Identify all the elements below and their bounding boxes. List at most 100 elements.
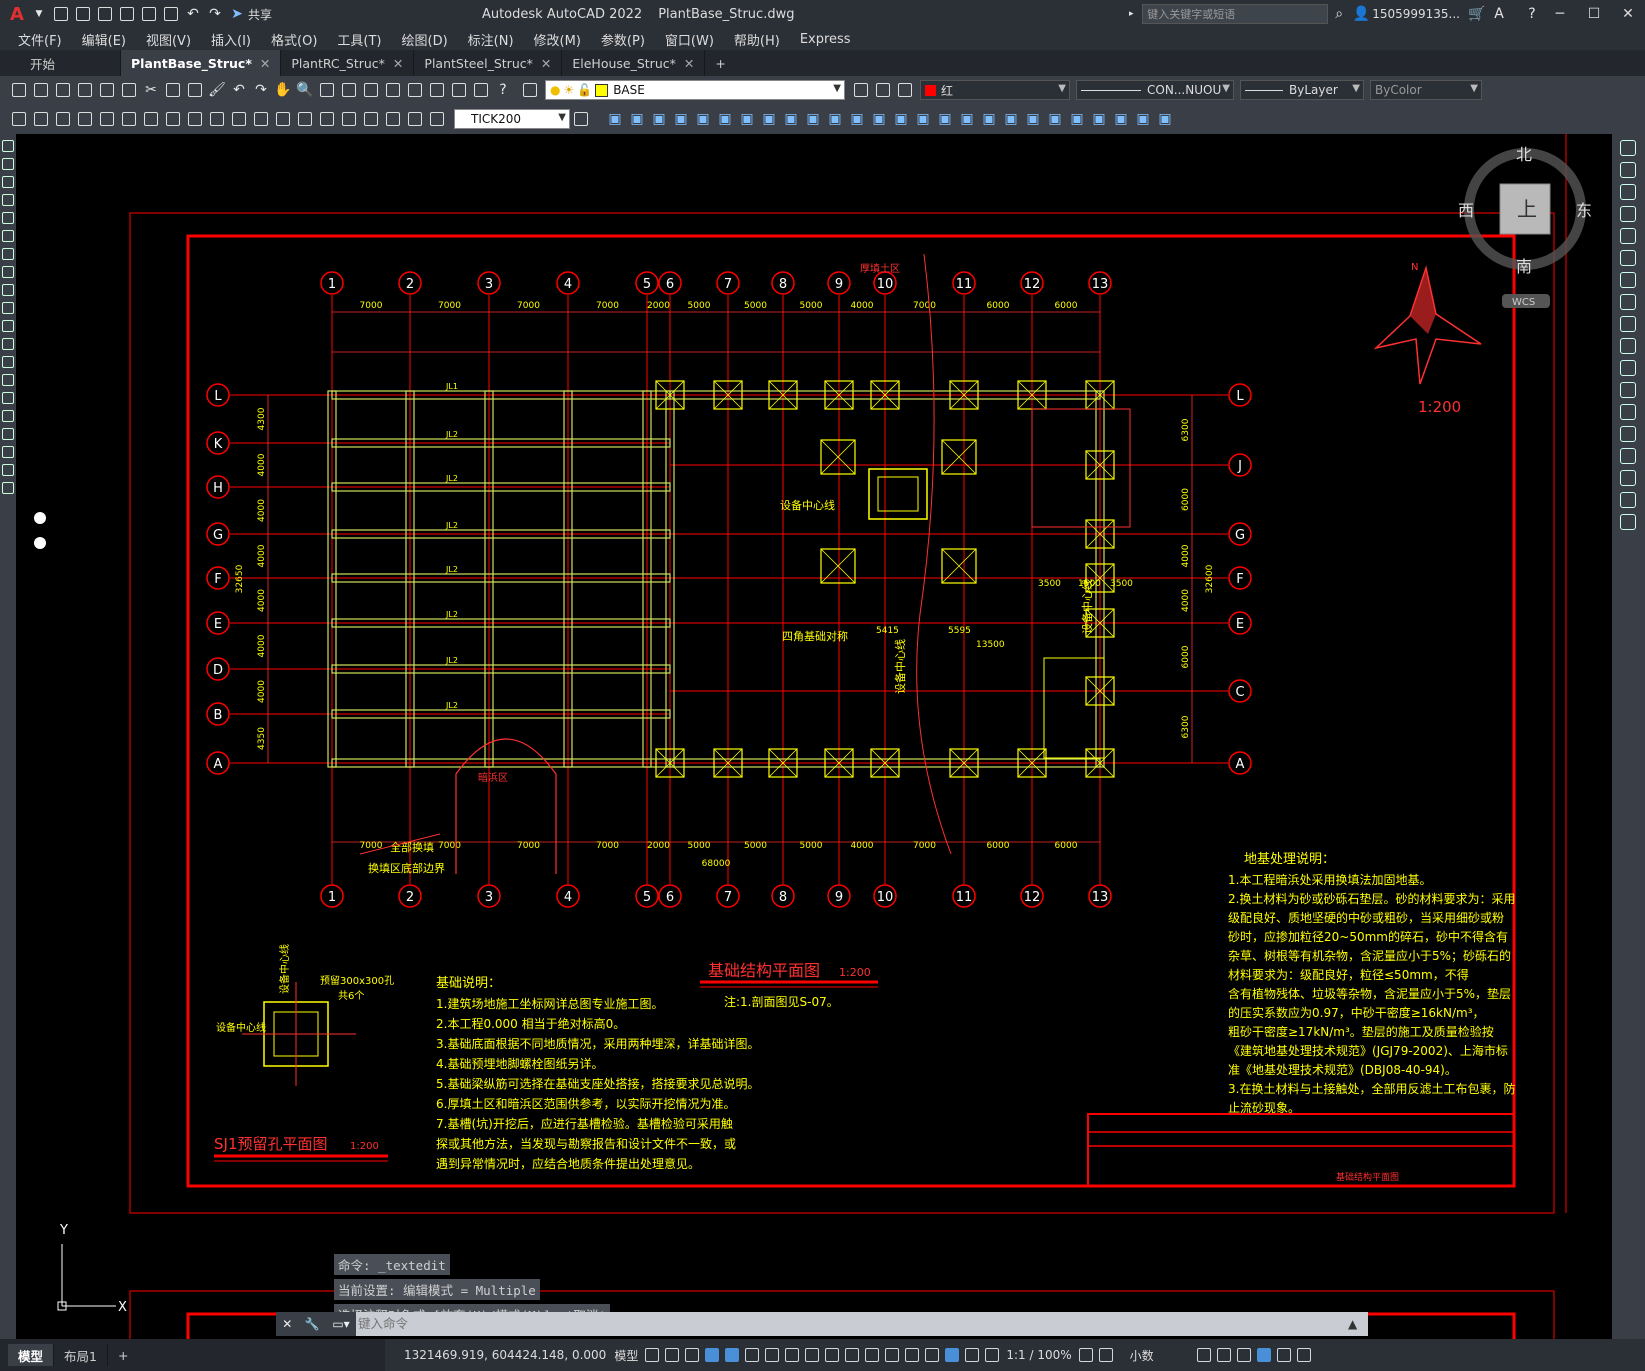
lock-ui-icon[interactable]	[1216, 1348, 1231, 1362]
join-icon[interactable]	[1620, 426, 1636, 442]
close-icon[interactable]: ✕	[684, 56, 694, 71]
solid-cone-icon[interactable]: ▣	[649, 109, 669, 129]
solid-wedge-icon[interactable]: ▣	[627, 109, 647, 129]
inspection-icon[interactable]	[339, 109, 359, 129]
hatch-icon[interactable]	[2, 392, 14, 404]
gradient-icon[interactable]	[2, 410, 14, 422]
solid-delete-faces-icon[interactable]: ▣	[1001, 109, 1021, 129]
plotstyle-combo[interactable]: ByColor ▼	[1370, 80, 1482, 100]
3d-osnap-icon[interactable]	[865, 1348, 880, 1362]
qdim-icon[interactable]	[185, 109, 205, 129]
tab-start[interactable]: 开始	[20, 50, 121, 76]
lineweight-combo[interactable]: ByLayer ▼	[1240, 80, 1364, 100]
annotation-scale[interactable]: 1:1 / 100%	[1006, 1348, 1071, 1362]
dim-update-icon[interactable]	[427, 109, 447, 129]
solid-separate-icon[interactable]: ▣	[1155, 109, 1175, 129]
command-menu-icon[interactable]: ▭▾	[332, 1317, 349, 1331]
dim-aligned-icon[interactable]	[31, 109, 51, 129]
rectangle-icon[interactable]	[2, 212, 14, 224]
annotation-visibility-icon[interactable]	[945, 1348, 960, 1362]
break-at-point-icon[interactable]	[1620, 382, 1636, 398]
wrench-icon[interactable]: 🔧	[305, 1317, 320, 1331]
tab-elehouse[interactable]: EleHouse_Struc* ✕	[562, 50, 706, 76]
redo-icon[interactable]: ↷	[251, 80, 271, 100]
search-box[interactable]: 键入关键字或短语	[1142, 4, 1329, 24]
coordinates[interactable]: 1321469.919, 604424.148, 0.000	[404, 1348, 606, 1362]
chamfer-icon[interactable]	[1620, 448, 1636, 464]
selection-cycling-icon[interactable]	[845, 1348, 860, 1362]
dim-ordinate-icon[interactable]	[75, 109, 95, 129]
solid-torus-icon[interactable]: ▣	[715, 109, 735, 129]
arc-icon[interactable]	[2, 230, 14, 242]
publish-icon[interactable]	[119, 80, 139, 100]
chevron-up-icon[interactable]: ▲	[1348, 1317, 1368, 1331]
trim-icon[interactable]	[1620, 338, 1636, 354]
solid-intersect-icon[interactable]: ▣	[913, 109, 933, 129]
explode-icon[interactable]	[1620, 514, 1636, 530]
dynamic-ucs-icon[interactable]	[885, 1348, 900, 1362]
user-icon[interactable]: 👤	[1351, 4, 1371, 24]
dimstyle-combo[interactable]: TICK200 ▼	[454, 109, 570, 129]
plot-icon[interactable]	[75, 80, 95, 100]
insert-block-icon[interactable]	[2, 338, 14, 350]
copy-icon[interactable]	[1620, 162, 1636, 178]
help-icon[interactable]: ?	[493, 80, 513, 100]
array-icon[interactable]	[1620, 228, 1636, 244]
center-mark-icon[interactable]	[317, 109, 337, 129]
menu-item-1[interactable]: 编辑(E)	[72, 30, 136, 49]
polygon-icon[interactable]	[2, 194, 14, 206]
jogged-linear-icon[interactable]	[361, 109, 381, 129]
cart-icon[interactable]: 🛒	[1467, 4, 1487, 24]
tab-model[interactable]: 模型	[8, 1344, 55, 1366]
model-space-toggle[interactable]: 模型	[614, 1347, 638, 1364]
table-icon[interactable]	[2, 446, 14, 458]
qnew-icon[interactable]	[9, 80, 29, 100]
ortho-icon[interactable]	[705, 1348, 720, 1362]
web-icon[interactable]	[139, 4, 159, 24]
close-icon[interactable]: ✕	[393, 56, 403, 71]
mtext-icon[interactable]	[2, 464, 14, 476]
save-icon[interactable]	[95, 4, 115, 24]
menu-item-4[interactable]: 格式(O)	[261, 30, 327, 49]
minimize-button[interactable]: ─	[1543, 6, 1577, 22]
calculator-icon[interactable]	[471, 80, 491, 100]
dim-baseline-icon[interactable]	[207, 109, 227, 129]
move-icon[interactable]	[1620, 250, 1636, 266]
copy-icon[interactable]	[163, 80, 183, 100]
dim-space-icon[interactable]	[251, 109, 271, 129]
help-icon[interactable]: ?	[1522, 4, 1542, 24]
undo-icon[interactable]: ↶	[183, 4, 203, 24]
auto-scale-icon[interactable]	[965, 1348, 980, 1362]
solid-section-icon[interactable]: ▣	[803, 109, 823, 129]
offset-icon[interactable]	[1620, 206, 1636, 222]
solid-extrude-icon[interactable]: ▣	[737, 109, 757, 129]
zoom-realtime-icon[interactable]: 🔍	[295, 80, 315, 100]
autodesk-icon[interactable]: A	[1489, 4, 1509, 24]
polar-icon[interactable]	[725, 1348, 740, 1362]
layer-previous-icon[interactable]	[873, 80, 893, 100]
menu-item-6[interactable]: 绘图(D)	[392, 30, 458, 49]
dim-diameter-icon[interactable]	[141, 109, 161, 129]
menu-item-5[interactable]: 工具(T)	[327, 30, 391, 49]
color-combo[interactable]: 红 ▼	[920, 80, 1070, 100]
print-icon[interactable]	[161, 4, 181, 24]
plus-icon[interactable]	[1098, 1348, 1113, 1362]
menu-item-8[interactable]: 修改(M)	[524, 30, 591, 49]
chevron-down-icon[interactable]: ▼	[29, 4, 49, 24]
cut-icon[interactable]: ✂	[141, 80, 161, 100]
make-current-icon[interactable]	[851, 80, 871, 100]
tab-plantrc[interactable]: PlantRC_Struc* ✕	[281, 50, 415, 76]
redo-icon[interactable]: ↷	[205, 4, 225, 24]
tab-plantsteel[interactable]: PlantSteel_Struc* ✕	[414, 50, 563, 76]
solid-rotate-faces-icon[interactable]: ▣	[1023, 109, 1043, 129]
menu-item-9[interactable]: 参数(P)	[591, 30, 655, 49]
solid-slice-icon[interactable]: ▣	[781, 109, 801, 129]
scale-icon[interactable]	[1620, 294, 1636, 310]
selection-filter-icon[interactable]	[905, 1348, 920, 1362]
tab-plantbase[interactable]: PlantBase_Struc* ✕	[121, 50, 282, 76]
dimstyle-icon[interactable]	[571, 109, 591, 129]
menu-item-0[interactable]: 文件(F)	[8, 30, 72, 49]
search-icon[interactable]: ⌕	[1329, 4, 1349, 24]
solid-interfere-icon[interactable]: ▣	[825, 109, 845, 129]
save-as-icon[interactable]	[117, 4, 137, 24]
